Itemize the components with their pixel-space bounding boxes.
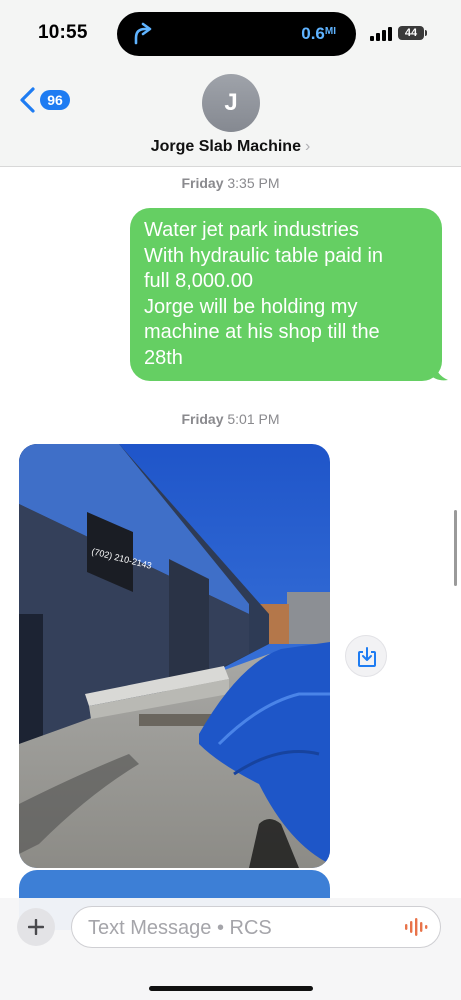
download-icon [358, 647, 376, 667]
timestamp-time: 5:01 PM [227, 411, 280, 427]
navigation-arrow-icon [134, 22, 152, 45]
conversation-header: 96 J Jorge Slab Machine › [0, 70, 461, 167]
timestamp-day: Friday [181, 411, 224, 427]
chevron-right-icon: › [304, 138, 311, 155]
battery-icon: 44 [398, 26, 424, 40]
nav-distance: 0.6MI [301, 24, 336, 44]
message-input-container[interactable] [71, 906, 441, 948]
status-time: 10:55 [38, 22, 88, 43]
message-line: machine at his shop till the [144, 321, 380, 343]
unread-count-badge: 96 [40, 90, 70, 110]
battery-cap [425, 30, 427, 36]
photo-attachment[interactable]: (702) 210-2143 [19, 444, 330, 868]
home-indicator[interactable] [149, 986, 313, 991]
message-timestamp: Friday 5:01 PM [0, 411, 461, 427]
message-line: Water jet park industries [144, 219, 359, 241]
bubble-tail [428, 361, 448, 381]
message-input[interactable] [86, 912, 390, 944]
signal-bars-icon [370, 27, 392, 41]
message-composer [0, 898, 461, 1000]
plus-icon [28, 919, 44, 935]
message-line: full 8,000.00 [144, 270, 253, 292]
nav-distance-value: 0.6 [301, 24, 325, 43]
timestamp-day: Friday [181, 175, 224, 191]
timestamp-time: 3:35 PM [227, 175, 280, 191]
contact-avatar[interactable]: J [202, 74, 260, 132]
scroll-indicator[interactable] [454, 510, 457, 586]
add-attachment-button[interactable] [17, 908, 55, 946]
message-line: 28th [144, 346, 183, 369]
contact-name-link[interactable]: Jorge Slab Machine › [0, 138, 461, 156]
contact-name: Jorge Slab Machine [150, 138, 301, 155]
chevron-left-icon [20, 87, 35, 113]
message-timestamp: Friday 3:35 PM [0, 175, 461, 191]
save-photo-button[interactable] [345, 635, 387, 677]
message-line: With hydraulic table paid in [144, 244, 384, 267]
outgoing-message-bubble[interactable]: Water jet park industries With hydraulic… [130, 208, 448, 381]
dynamic-island[interactable]: 0.6MI [117, 12, 356, 56]
photo-image: (702) 210-2143 [19, 444, 330, 868]
nav-distance-unit: MI [324, 26, 336, 37]
message-line: Jorge will be holding my [144, 295, 358, 318]
voice-waveform-icon[interactable] [404, 917, 428, 937]
back-button[interactable]: 96 [18, 86, 70, 114]
status-bar: 10:55 0.6MI 44 [0, 0, 461, 70]
